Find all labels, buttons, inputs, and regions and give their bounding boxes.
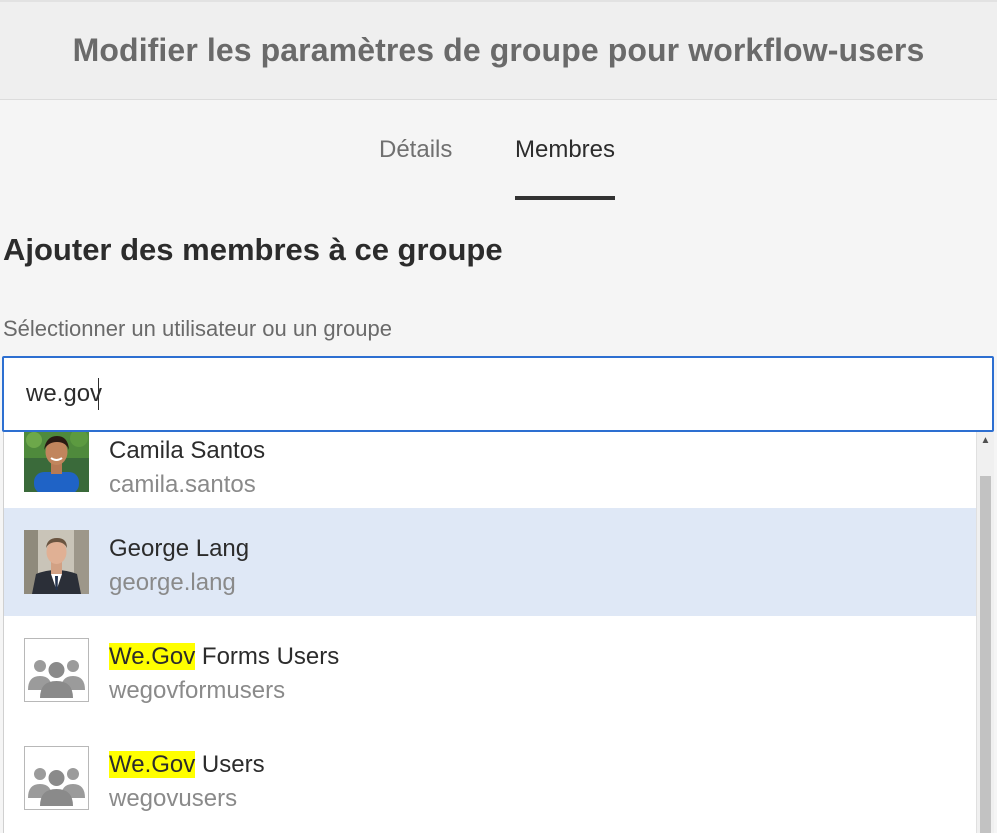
results-scrollbar[interactable]: ▲ xyxy=(976,432,994,833)
result-id: wegovusers xyxy=(109,785,238,812)
result-name: We.Gov Users xyxy=(109,751,265,778)
search-match-highlight: We.Gov xyxy=(109,751,196,778)
result-name: George Lang xyxy=(109,535,250,562)
user-avatar-george xyxy=(24,530,89,594)
result-id: george.lang xyxy=(109,569,236,596)
dialog-header: Modifier les paramètres de groupe pour w… xyxy=(0,0,997,100)
result-name: We.Gov Forms Users xyxy=(109,643,340,670)
tab-details[interactable]: Détails xyxy=(379,136,452,200)
user-photo-icon xyxy=(24,432,89,492)
user-photo-icon xyxy=(24,530,89,594)
scroll-up-arrow-icon[interactable]: ▲ xyxy=(977,434,994,448)
user-avatar-camila xyxy=(24,432,89,492)
edit-group-dialog: Modifier les paramètres de groupe pour w… xyxy=(0,0,997,833)
group-icon xyxy=(24,638,89,702)
result-item[interactable]: Camila Santos camila.santos xyxy=(4,432,976,508)
result-item[interactable]: We.Gov Users wegovusers xyxy=(4,724,976,832)
text-caret xyxy=(98,378,99,410)
result-id: camila.santos xyxy=(109,471,256,498)
tab-members[interactable]: Membres xyxy=(515,136,616,200)
section-title: Ajouter des membres à ce groupe xyxy=(3,232,503,267)
group-avatar xyxy=(24,746,89,810)
autocomplete-results: Camila Santos camila.santos George Lang xyxy=(3,432,976,833)
scrollbar-thumb[interactable] xyxy=(980,476,991,833)
result-item[interactable]: We.Gov Forms Users wegovformusers xyxy=(4,616,976,724)
search-match-highlight: We.Gov xyxy=(109,643,196,670)
dialog-title: Modifier les paramètres de groupe pour w… xyxy=(72,32,925,68)
result-name: Camila Santos xyxy=(109,437,266,464)
group-icon xyxy=(24,746,89,810)
member-field-label: Sélectionner un utilisateur ou un groupe xyxy=(3,316,392,341)
group-avatar xyxy=(24,638,89,702)
member-search-input[interactable] xyxy=(2,356,994,432)
result-item-selected[interactable]: George Lang george.lang xyxy=(4,508,976,616)
result-id: wegovformusers xyxy=(109,677,286,704)
